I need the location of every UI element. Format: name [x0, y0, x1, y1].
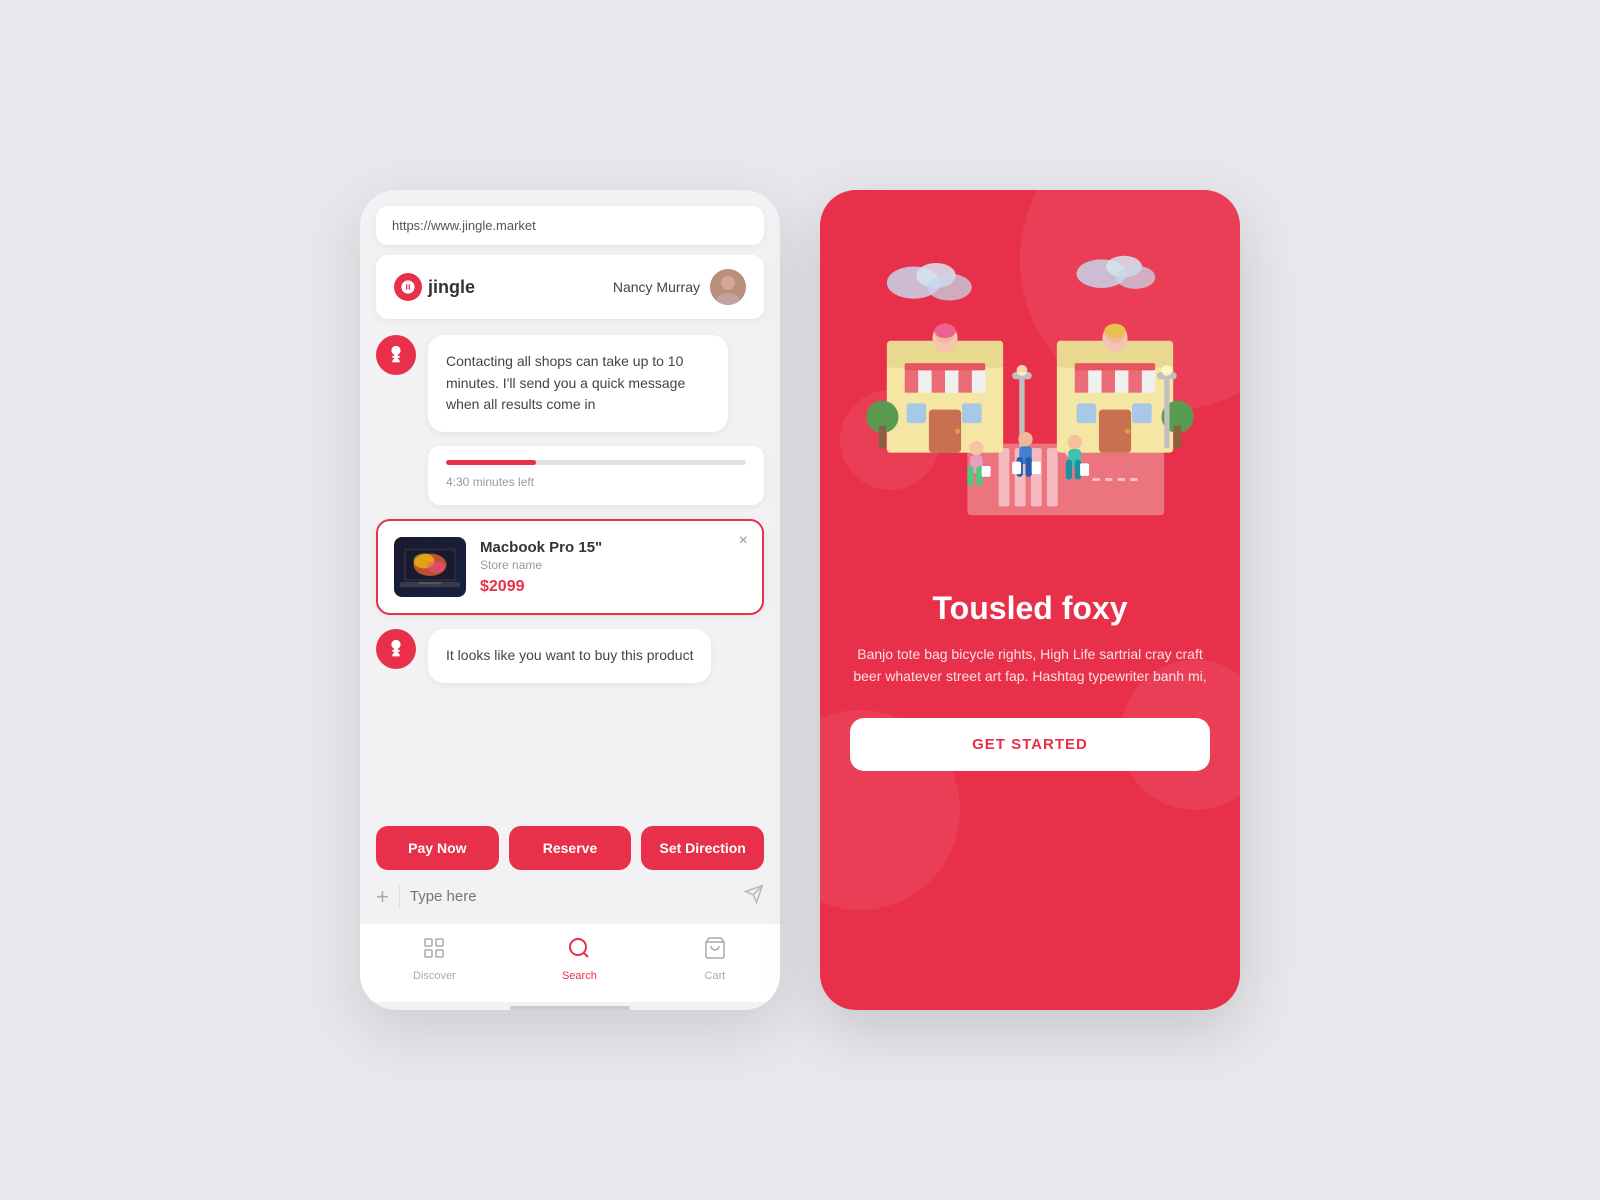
message-bubble-1: Contacting all shops can take up to 10 m…: [428, 335, 728, 432]
cart-icon: [703, 936, 727, 966]
message-input[interactable]: [410, 888, 734, 905]
bot-avatar-1: [376, 335, 416, 375]
get-started-button[interactable]: GET STARTED: [850, 718, 1210, 771]
illustration-area: [820, 190, 1240, 570]
nav-item-search[interactable]: Search: [562, 936, 597, 982]
nav-label-discover: Discover: [413, 970, 456, 982]
user-avatar: [710, 269, 746, 305]
bot-message-1: Contacting all shops can take up to 10 m…: [376, 335, 764, 432]
product-card: Macbook Pro 15" Store name $2099 ×: [376, 519, 764, 615]
progress-container: 4:30 minutes left: [428, 446, 764, 505]
user-info: Nancy Murray: [613, 269, 746, 305]
discover-icon: [422, 936, 446, 966]
set-direction-button[interactable]: Set Direction: [641, 826, 764, 870]
right-panel: Tousled foxy Banjo tote bag bicycle righ…: [820, 190, 1240, 1010]
bottom-nav: Discover Search Cart: [360, 923, 780, 1002]
nav-label-search: Search: [562, 970, 597, 982]
product-info: Macbook Pro 15" Store name $2099: [480, 539, 746, 596]
logo-text: jingle: [428, 277, 475, 298]
app-header: jingle Nancy Murray: [376, 255, 764, 319]
store-name: Store name: [480, 558, 746, 572]
close-product-button[interactable]: ×: [739, 533, 748, 549]
input-area: +: [360, 870, 780, 923]
home-indicator: [510, 1006, 630, 1010]
nav-label-cart: Cart: [705, 970, 726, 982]
nav-item-cart[interactable]: Cart: [703, 936, 727, 982]
progress-label: 4:30 minutes left: [446, 475, 534, 489]
promo-title: Tousled foxy: [850, 590, 1210, 627]
pay-now-button[interactable]: Pay Now: [376, 826, 499, 870]
product-image: [394, 537, 466, 597]
reserve-button[interactable]: Reserve: [509, 826, 632, 870]
bottom-content: Tousled foxy Banjo tote bag bicycle righ…: [820, 570, 1240, 801]
add-button[interactable]: +: [376, 886, 389, 908]
action-buttons: Pay Now Reserve Set Direction: [360, 826, 780, 870]
message-bubble-2: It looks like you want to buy this produ…: [428, 629, 711, 683]
url-text: https://www.jingle.market: [392, 218, 536, 233]
progress-bar-fill: [446, 460, 536, 465]
bot-avatar-2: [376, 629, 416, 669]
product-price: $2099: [480, 578, 746, 596]
progress-bar-track: [446, 460, 746, 465]
url-bar: https://www.jingle.market: [376, 206, 764, 245]
send-button[interactable]: [744, 884, 764, 909]
left-panel: https://www.jingle.market jingle Nancy M…: [360, 190, 780, 1010]
nav-item-discover[interactable]: Discover: [413, 936, 456, 982]
chat-area: Contacting all shops can take up to 10 m…: [360, 319, 780, 822]
search-icon: [567, 936, 591, 966]
message-text-2: It looks like you want to buy this produ…: [446, 647, 693, 663]
promo-description: Banjo tote bag bicycle rights, High Life…: [850, 643, 1210, 688]
bot-message-2: It looks like you want to buy this produ…: [376, 629, 764, 683]
isometric-illustration: [860, 230, 1200, 550]
logo-area: jingle: [394, 273, 475, 301]
jingle-logo-icon: [394, 273, 422, 301]
user-name: Nancy Murray: [613, 279, 700, 295]
right-content: Tousled foxy Banjo tote bag bicycle righ…: [820, 190, 1240, 801]
message-text-1: Contacting all shops can take up to 10 m…: [446, 353, 685, 412]
product-name: Macbook Pro 15": [480, 539, 746, 556]
input-divider: [399, 885, 400, 909]
